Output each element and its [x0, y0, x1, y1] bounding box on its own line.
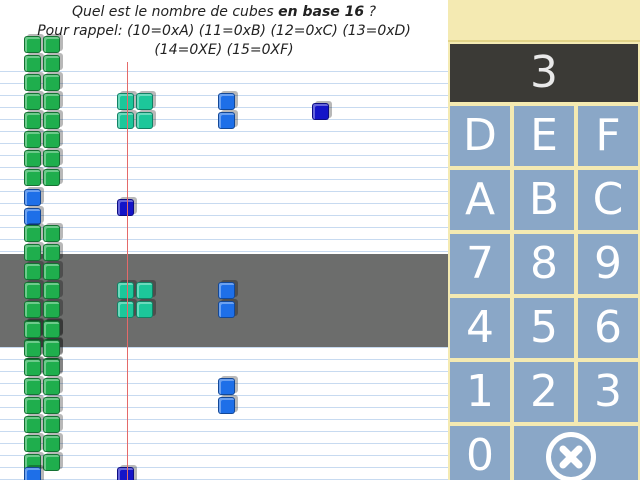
key-a[interactable]: A — [450, 170, 510, 230]
cube — [117, 301, 134, 318]
cube — [24, 112, 41, 129]
cube — [43, 36, 60, 53]
cube-group-teal — [117, 282, 155, 320]
cube-group-blue — [24, 467, 43, 480]
cube-group-blue — [218, 282, 237, 320]
question-header: Quel est le nombre de cubes en base 16 ?… — [0, 0, 448, 62]
key-9[interactable]: 9 — [578, 234, 638, 294]
key-4[interactable]: 4 — [450, 298, 510, 358]
question-line-1: Quel est le nombre de cubes en base 16 ? — [0, 3, 448, 22]
cube — [117, 112, 134, 129]
hex-keypad: 3 D E F A B C 7 8 9 4 5 6 1 2 3 0 — [448, 0, 640, 480]
key-e[interactable]: E — [514, 106, 574, 166]
clear-button[interactable] — [514, 426, 638, 480]
key-5[interactable]: 5 — [514, 298, 574, 358]
question-prefix: Quel est le nombre de cubes — [71, 4, 279, 20]
cube — [43, 301, 60, 318]
margin-line — [127, 62, 128, 480]
cube — [24, 397, 41, 414]
cube — [24, 244, 41, 261]
worksheet-area: Quel est le nombre de cubes en base 16 ?… — [0, 0, 448, 480]
cube — [24, 93, 41, 110]
cube — [218, 282, 235, 299]
cube — [24, 189, 41, 206]
cube — [24, 467, 41, 480]
cube — [43, 263, 60, 280]
key-f[interactable]: F — [578, 106, 638, 166]
cube — [136, 282, 153, 299]
cube — [24, 340, 41, 357]
answer-display: 3 — [450, 44, 638, 102]
cube — [43, 225, 60, 242]
cube — [312, 103, 329, 120]
cube-row-3[interactable] — [0, 225, 448, 375]
key-d[interactable]: D — [450, 106, 510, 166]
cube-row-1[interactable] — [0, 36, 448, 186]
cube — [218, 301, 235, 318]
cube — [43, 282, 60, 299]
cube-group-blue — [218, 93, 237, 131]
cube — [24, 208, 41, 225]
cube — [117, 467, 134, 480]
key-7[interactable]: 7 — [450, 234, 510, 294]
cube-group-blue — [218, 378, 237, 416]
cube — [218, 112, 235, 129]
close-circle-icon — [546, 432, 596, 480]
cube — [24, 282, 41, 299]
key-3[interactable]: 3 — [578, 362, 638, 422]
cube-group-navy — [312, 103, 331, 122]
cube — [43, 55, 60, 72]
cube — [43, 340, 60, 357]
cube — [43, 93, 60, 110]
cube — [43, 397, 60, 414]
key-c[interactable]: C — [578, 170, 638, 230]
cube — [136, 93, 153, 110]
cube — [24, 74, 41, 91]
cube — [24, 321, 41, 338]
cube — [117, 199, 134, 216]
cube-group-blue — [24, 189, 43, 227]
cube — [43, 112, 60, 129]
cube — [24, 378, 41, 395]
key-8[interactable]: 8 — [514, 234, 574, 294]
key-1[interactable]: 1 — [450, 362, 510, 422]
question-suffix: ? — [364, 4, 377, 20]
cube — [136, 112, 153, 129]
key-0[interactable]: 0 — [450, 426, 510, 480]
cube — [43, 416, 60, 433]
key-6[interactable]: 6 — [578, 298, 638, 358]
cube — [117, 93, 134, 110]
cube — [24, 301, 41, 318]
question-line-3: (14=0XE) (15=0XF) — [154, 42, 294, 58]
cube — [24, 131, 41, 148]
cube — [43, 131, 60, 148]
cube-row-2[interactable] — [0, 162, 448, 254]
cube — [43, 321, 60, 338]
cube — [218, 397, 235, 414]
key-b[interactable]: B — [514, 170, 574, 230]
cube — [218, 378, 235, 395]
cube — [43, 244, 60, 261]
cube — [43, 74, 60, 91]
cube — [24, 416, 41, 433]
question-emphasis: en base 16 — [278, 4, 365, 20]
cube — [43, 359, 60, 376]
cube-row-4[interactable] — [0, 321, 448, 471]
cube — [136, 301, 153, 318]
cube — [24, 36, 41, 53]
cube — [24, 359, 41, 376]
key-2[interactable]: 2 — [514, 362, 574, 422]
cube — [218, 93, 235, 110]
cube — [24, 225, 41, 242]
cube-group-teal — [117, 93, 155, 131]
cube — [117, 282, 134, 299]
cube — [24, 263, 41, 280]
cube-row-5[interactable] — [0, 447, 448, 480]
cube — [24, 55, 41, 72]
keypad-top-bar — [448, 0, 640, 42]
question-line-2: Pour rappel: (10=0xA) (11=0xB) (12=0xC) … — [37, 23, 411, 39]
cube — [43, 378, 60, 395]
